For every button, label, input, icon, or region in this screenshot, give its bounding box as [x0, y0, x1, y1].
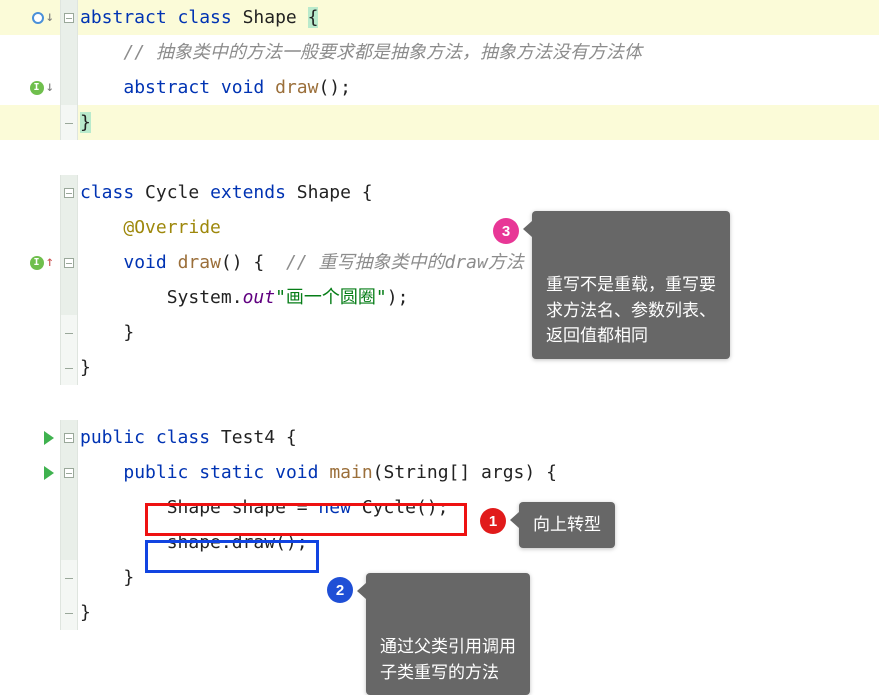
gutter [0, 35, 60, 70]
code-text[interactable]: class Cycle extends Shape { [78, 175, 879, 210]
fold-end-icon [64, 118, 74, 128]
annotation-text: 通过父类引用调用 子类重写的方法 [380, 637, 516, 682]
arrow-down-icon: ↓ [46, 70, 54, 105]
code-line[interactable]: } [0, 350, 879, 385]
arrow-up-icon: ↑ [46, 245, 54, 280]
code-line[interactable]: I ↓ abstract void draw(); [0, 70, 879, 105]
code-line[interactable]: class Cycle extends Shape { [0, 175, 879, 210]
code-text[interactable]: abstract void draw(); [78, 70, 879, 105]
fold-strip [60, 490, 78, 525]
fold-strip[interactable] [60, 420, 78, 455]
code-line[interactable]: ↓ abstract class Shape { [0, 0, 879, 35]
annotation-bubble-2: 通过父类引用调用 子类重写的方法 [366, 573, 530, 695]
code-text[interactable]: Shape shape = new Cycle(); [78, 490, 879, 525]
code-line[interactable]: System.out"画一个圆圈"); [0, 280, 879, 315]
fold-collapse-icon[interactable] [64, 433, 74, 443]
fold-strip [60, 210, 78, 245]
gutter[interactable]: I ↓ [0, 70, 60, 105]
code-text[interactable]: public static void main(String[] args) { [78, 455, 879, 490]
annotation-text: 重写不是重载，重写要 求方法名、参数列表、 返回值都相同 [546, 275, 716, 345]
code-text[interactable]: // 抽象类中的方法一般要求都是抽象方法，抽象方法没有方法体 [78, 35, 879, 70]
code-editor[interactable]: ↓ abstract class Shape { // 抽象类中的方法一般要求都… [0, 0, 879, 630]
annotation-badge-2: 2 [327, 577, 353, 603]
fold-end-icon [64, 363, 74, 373]
bubble-arrow-icon [510, 512, 519, 528]
bubble-arrow-icon [523, 221, 532, 237]
fold-strip[interactable] [60, 0, 78, 35]
code-line[interactable]: Shape shape = new Cycle(); [0, 490, 879, 525]
override-gutter-icon[interactable] [32, 12, 44, 24]
fold-strip [60, 35, 78, 70]
code-text[interactable]: } [78, 350, 879, 385]
annotation-bubble-3: 重写不是重载，重写要 求方法名、参数列表、 返回值都相同 [532, 211, 730, 359]
fold-collapse-icon[interactable] [64, 258, 74, 268]
gutter[interactable] [0, 455, 60, 490]
annotation-badge-1: 1 [480, 508, 506, 534]
fold-strip[interactable] [60, 175, 78, 210]
fold-strip[interactable] [60, 455, 78, 490]
fold-strip[interactable] [60, 245, 78, 280]
gutter [0, 175, 60, 210]
code-text[interactable]: System.out"画一个圆圈"); [78, 280, 879, 315]
run-gutter-icon[interactable] [44, 466, 54, 480]
fold-strip [60, 525, 78, 560]
fold-strip[interactable] [60, 350, 78, 385]
code-line[interactable]: I ↑ void draw() { // 重写抽象类中的draw方法 [0, 245, 879, 280]
fold-collapse-icon[interactable] [64, 468, 74, 478]
code-line[interactable]: } [0, 315, 879, 350]
code-text[interactable]: public class Test4 { [78, 420, 879, 455]
fold-strip [60, 280, 78, 315]
fold-collapse-icon[interactable] [64, 188, 74, 198]
fold-end-icon [64, 573, 74, 583]
code-text[interactable]: shape.draw(); [78, 525, 879, 560]
code-line[interactable]: } [0, 105, 879, 140]
annotation-text: 向上转型 [533, 515, 601, 534]
fold-end-icon [64, 608, 74, 618]
bubble-arrow-icon [357, 583, 366, 599]
fold-strip[interactable] [60, 560, 78, 595]
fold-collapse-icon[interactable] [64, 13, 74, 23]
fold-strip[interactable] [60, 315, 78, 350]
gutter [0, 105, 60, 140]
code-text[interactable]: } [78, 105, 879, 140]
blank-line [0, 140, 879, 175]
code-line[interactable]: public static void main(String[] args) { [0, 455, 879, 490]
fold-strip [60, 70, 78, 105]
code-text[interactable]: @Override [78, 210, 879, 245]
fold-end-icon [64, 328, 74, 338]
arrow-down-icon: ↓ [46, 0, 54, 35]
code-line[interactable]: // 抽象类中的方法一般要求都是抽象方法，抽象方法没有方法体 [0, 35, 879, 70]
annotation-bubble-1: 向上转型 [519, 502, 615, 548]
code-text[interactable]: } [78, 315, 879, 350]
blank-line [0, 385, 879, 420]
annotation-badge-3: 3 [493, 218, 519, 244]
code-line[interactable]: @Override [0, 210, 879, 245]
fold-strip[interactable] [60, 595, 78, 630]
gutter[interactable]: I ↑ [0, 245, 60, 280]
code-line[interactable]: public class Test4 { [0, 420, 879, 455]
implemented-gutter-icon[interactable]: I [30, 81, 44, 95]
code-text[interactable]: void draw() { // 重写抽象类中的draw方法 [78, 245, 879, 280]
code-text[interactable]: abstract class Shape { [78, 0, 879, 35]
run-gutter-icon[interactable] [44, 431, 54, 445]
gutter[interactable]: ↓ [0, 0, 60, 35]
fold-strip[interactable] [60, 105, 78, 140]
implemented-gutter-icon[interactable]: I [30, 256, 44, 270]
gutter[interactable] [0, 420, 60, 455]
code-line[interactable]: shape.draw(); [0, 525, 879, 560]
